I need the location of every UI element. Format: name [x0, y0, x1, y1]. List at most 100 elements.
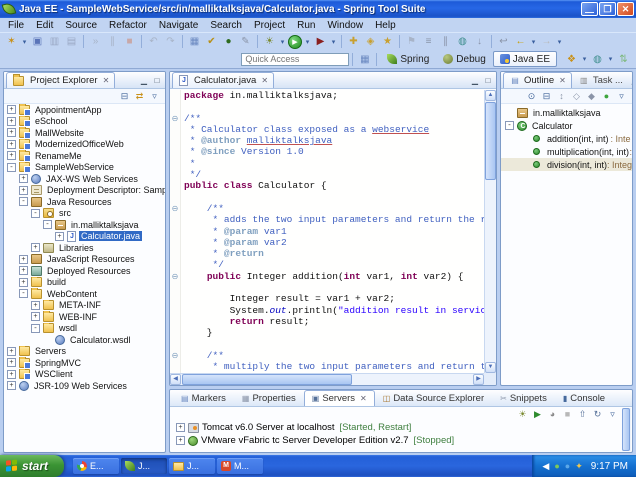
- maximize-view-icon[interactable]: □: [151, 75, 163, 86]
- tree-item-java-resources[interactable]: - Java Resources: [4, 196, 165, 208]
- fold-collapse-icon[interactable]: ⊖: [170, 349, 181, 362]
- collapse-all-icon[interactable]: ⊟: [540, 90, 553, 103]
- dropdown-icon[interactable]: ▾: [330, 34, 337, 49]
- save-all-icon[interactable]: ▥: [47, 34, 62, 49]
- collapse-all-icon[interactable]: ⊟: [118, 90, 131, 103]
- spring-edit-icon[interactable]: ✎: [238, 34, 253, 49]
- tree-item-servers[interactable]: + Servers: [4, 345, 165, 358]
- new-java-project-icon[interactable]: ✚: [346, 34, 361, 49]
- hide-static-icon[interactable]: ◆: [585, 90, 598, 103]
- collapse-icon[interactable]: -: [31, 208, 40, 218]
- collapse-icon[interactable]: -: [505, 121, 514, 130]
- server-row-vmware-vfabric-tc-server-developer-edition-v2-7[interactable]: + VMware vFabric tc Server Developer Edit…: [170, 434, 632, 447]
- profile-server-icon[interactable]: ◕: [546, 408, 559, 421]
- expand-icon[interactable]: +: [19, 254, 28, 264]
- menu-source[interactable]: Source: [59, 20, 103, 31]
- view-menu-icon[interactable]: ▿: [148, 90, 161, 103]
- scroll-left-icon[interactable]: ◀: [170, 374, 181, 385]
- next-annotation-icon[interactable]: ↓: [472, 34, 487, 49]
- expand-icon[interactable]: +: [7, 116, 16, 126]
- expand-icon[interactable]: +: [19, 185, 28, 195]
- tree-item-deployment-descriptor-sample[interactable]: + Deployment Descriptor: Sample: [4, 185, 165, 197]
- dropdown-icon[interactable]: ▾: [556, 34, 563, 49]
- suspend-icon[interactable]: ∥: [105, 34, 120, 49]
- minimize-view-icon[interactable]: ▁: [629, 75, 633, 86]
- editor-horizontal-scrollbar[interactable]: ◀ ▶: [170, 373, 484, 385]
- fold-collapse-icon[interactable]: ⊖: [170, 202, 181, 215]
- save-icon[interactable]: ▣: [30, 34, 45, 49]
- expand-icon[interactable]: +: [7, 358, 16, 368]
- expand-icon[interactable]: +: [31, 312, 40, 322]
- link-with-editor-icon[interactable]: ⇄: [133, 90, 146, 103]
- scrollbar-thumb[interactable]: [182, 374, 352, 385]
- fold-collapse-icon[interactable]: ⊖: [170, 270, 181, 283]
- menu-run[interactable]: Run: [291, 20, 321, 31]
- expand-icon[interactable]: +: [7, 105, 16, 115]
- tree-item-wsdl[interactable]: - wsdl: [4, 322, 165, 335]
- tab-console[interactable]: ▮ Console: [555, 390, 613, 406]
- expand-icon[interactable]: +: [7, 139, 16, 149]
- start-server-icon[interactable]: ▶: [531, 408, 544, 421]
- tree-item-src[interactable]: - src: [4, 208, 165, 220]
- close-tab-icon[interactable]: ✕: [103, 76, 110, 85]
- scroll-down-icon[interactable]: ▼: [485, 362, 496, 373]
- new-wizard-icon[interactable]: ✶: [4, 34, 19, 49]
- view-menu-icon[interactable]: ▿: [615, 90, 628, 103]
- tree-item-eschool[interactable]: + eSchool: [4, 115, 165, 127]
- hide-fields-icon[interactable]: ◇: [570, 90, 583, 103]
- dropdown-icon[interactable]: ▾: [279, 34, 286, 49]
- network-icon[interactable]: ●: [565, 461, 570, 471]
- stop-server-icon[interactable]: ■: [561, 408, 574, 421]
- tree-item-springmvc[interactable]: + SpringMVC: [4, 357, 165, 369]
- close-button[interactable]: ✕: [617, 2, 634, 16]
- expand-icon[interactable]: +: [7, 346, 16, 356]
- tree-item-modernizedofficeweb[interactable]: + ModernizedOfficeWeb: [4, 138, 165, 150]
- open-web-browser-icon[interactable]: ◍: [455, 34, 470, 49]
- menu-edit[interactable]: Edit: [30, 20, 59, 31]
- collapse-icon[interactable]: -: [19, 197, 28, 207]
- view-menu-icon[interactable]: ▿: [606, 408, 619, 421]
- menu-search[interactable]: Search: [204, 20, 248, 31]
- dropdown-icon[interactable]: ▾: [304, 34, 311, 49]
- minimize-button[interactable]: —: [581, 2, 598, 16]
- taskbar-button-folder[interactable]: J...: [169, 458, 216, 474]
- taskbar-button-office[interactable]: M M...: [217, 458, 264, 474]
- tab-properties[interactable]: ▦ Properties: [234, 390, 304, 406]
- expand-icon[interactable]: +: [176, 436, 185, 445]
- tree-item-samplewebservice[interactable]: - SampleWebService: [4, 161, 165, 173]
- tab-servers[interactable]: ▣ Servers ✕: [303, 390, 375, 406]
- tree-item-libraries[interactable]: + Libraries: [4, 242, 165, 254]
- tab-task-list[interactable]: ▥ Task ...: [572, 72, 629, 88]
- menu-help[interactable]: Help: [369, 20, 402, 31]
- expand-icon[interactable]: +: [7, 369, 16, 379]
- perspective-debug[interactable]: Debug: [436, 51, 492, 67]
- pin-editor-icon[interactable]: ⚑: [404, 34, 419, 49]
- expand-icon[interactable]: +: [7, 151, 16, 161]
- messenger-icon[interactable]: ✦: [575, 461, 583, 471]
- collapse-icon[interactable]: -: [7, 162, 16, 172]
- tree-item-in-malliktalksjava[interactable]: - in.malliktalksjava: [4, 219, 165, 231]
- outline-item-addition-int-int[interactable]: addition(int, int) : Inte: [501, 132, 632, 145]
- security-icon[interactable]: ●: [554, 461, 559, 471]
- collapse-icon[interactable]: -: [43, 220, 52, 230]
- show-annotations-icon[interactable]: ∥: [438, 34, 453, 49]
- hide-non-public-icon[interactable]: ●: [600, 90, 613, 103]
- publish-icon[interactable]: ⇧: [576, 408, 589, 421]
- focus-icon[interactable]: ⊙: [525, 90, 538, 103]
- tree-item-renameme[interactable]: + RenameMe: [4, 150, 165, 162]
- last-edit-location-icon[interactable]: ↩: [496, 34, 511, 49]
- collapse-icon[interactable]: -: [31, 323, 40, 333]
- tree-item-build[interactable]: + build: [4, 276, 165, 289]
- debug-icon[interactable]: ☀: [262, 34, 277, 49]
- menu-navigate[interactable]: Navigate: [153, 20, 204, 31]
- title-bar[interactable]: Java EE - SampleWebService/src/in/mallik…: [0, 0, 636, 18]
- servers-scrollbar[interactable]: [622, 408, 631, 451]
- expand-icon[interactable]: +: [55, 231, 64, 241]
- tab-snippets[interactable]: ✂ Snippets: [492, 390, 555, 406]
- tab-project-explorer[interactable]: Project Explorer ✕: [6, 72, 116, 88]
- tree-item-calculator-java[interactable]: + Calculator.java: [4, 230, 165, 243]
- maximize-button[interactable]: ❐: [599, 2, 616, 16]
- help-search-icon[interactable]: ◍: [590, 52, 605, 67]
- tree-item-jax-ws-web-services[interactable]: + JAX-WS Web Services: [4, 173, 165, 185]
- dropdown-icon[interactable]: ▾: [581, 52, 588, 67]
